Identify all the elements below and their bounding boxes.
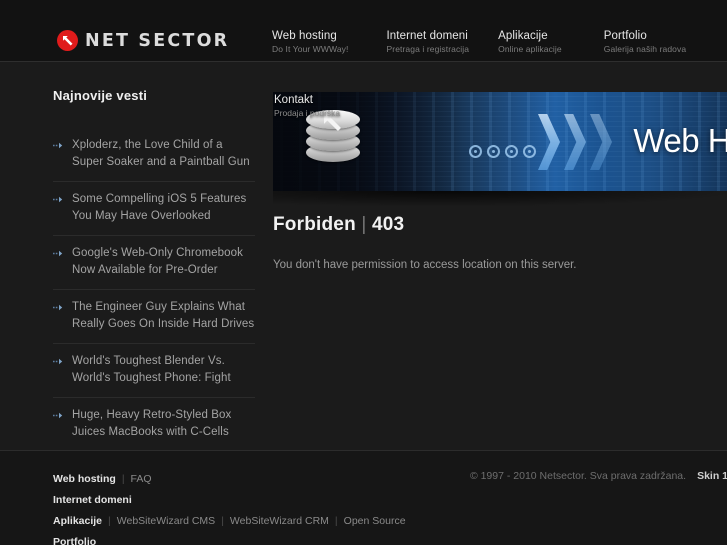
dashed-arrow-icon <box>53 140 64 151</box>
footer-copyright-area: © 1997 - 2010 Netsector. Sva prava zadrž… <box>470 470 727 482</box>
nav-item-aplikacije[interactable]: Aplikacije Online aplikacije <box>498 29 562 55</box>
chevron-icon <box>564 114 586 170</box>
skin-switcher-link[interactable]: Skin 1 <box>697 470 727 482</box>
gear-icons <box>469 145 536 158</box>
page-title: Forbiden | 403 <box>273 214 713 236</box>
dashed-arrow-icon <box>53 410 64 421</box>
news-list-item[interactable]: Google's Web-Only Chromebook Now Availab… <box>53 236 255 290</box>
chevron-icon <box>590 114 612 170</box>
news-item-text: Xploderz, the Love Child of a Super Soak… <box>72 139 250 168</box>
footer-link-websitewizard-crm[interactable]: WebSiteWizard CRM <box>230 511 329 532</box>
database-stack-icon <box>306 110 360 172</box>
banner-drop-shadow <box>273 191 727 207</box>
news-list-item[interactable]: World's Toughest Blender Vs. World's Tou… <box>53 344 255 398</box>
news-list-item[interactable]: Some Compelling iOS 5 Features You May H… <box>53 182 255 236</box>
nav-item-title: Aplikacije <box>498 30 548 42</box>
nav-item-title: Internet domeni <box>386 30 468 42</box>
copyright-text: © 1997 - 2010 Netsector. Sva prava zadrž… <box>469 470 687 482</box>
title-separator: | <box>361 214 367 235</box>
nav-item-subtitle: Galerija naših radova <box>603 44 687 54</box>
footer-separator: | <box>221 515 224 527</box>
news-item-text: Some Compelling iOS 5 Features You May H… <box>72 193 247 222</box>
footer-link-faq[interactable]: FAQ <box>131 469 152 490</box>
nav-item-title: Web hosting <box>272 30 337 42</box>
main-content: Forbiden | 403 You don't have permission… <box>273 214 713 274</box>
news-item-text: The Engineer Guy Explains What Really Go… <box>72 301 255 330</box>
chevron-arrows-icon <box>538 114 612 170</box>
gear-icon <box>469 145 482 158</box>
nav-item-web-hosting[interactable]: Web hosting Do It Your WWWay! <box>272 29 349 55</box>
site-footer: Web hosting | FAQ Internet domeni Aplika… <box>0 451 727 545</box>
gear-icon <box>523 145 536 158</box>
footer-separator: | <box>108 515 111 527</box>
nav-item-title: Kontakt <box>274 94 313 106</box>
footer-row-web-hosting: Web hosting | FAQ <box>53 469 406 490</box>
news-list-item[interactable]: Huge, Heavy Retro-Styled Box Juices MacB… <box>53 398 255 452</box>
error-message: You don't have permission to access loca… <box>273 259 577 271</box>
banner-headline: Web Ho <box>633 122 727 159</box>
footer-navigation: Web hosting | FAQ Internet domeni Aplika… <box>53 469 406 545</box>
site-header: NET SECTOR Web hosting Do It Your WWWay!… <box>0 0 727 62</box>
footer-row-aplikacije: Aplikacije | WebSiteWizard CMS | WebSite… <box>53 511 406 532</box>
gear-icon <box>505 145 518 158</box>
logo-arrow-icon <box>57 30 78 51</box>
dashed-arrow-icon <box>53 248 64 259</box>
error-code: 403 <box>371 214 405 235</box>
footer-link-web-hosting[interactable]: Web hosting <box>53 469 116 490</box>
site-logo[interactable]: NET SECTOR <box>57 30 229 51</box>
news-item-text: World's Toughest Blender Vs. World's Tou… <box>72 355 231 384</box>
footer-link-websitewizard-cms[interactable]: WebSiteWizard CMS <box>117 511 215 532</box>
gear-icon <box>487 145 500 158</box>
news-item-text: Google's Web-Only Chromebook Now Availab… <box>72 247 243 276</box>
chevron-icon <box>538 114 560 170</box>
news-list-item[interactable]: The Engineer Guy Explains What Really Go… <box>53 290 255 344</box>
hero-banner: Web Ho <box>273 92 727 191</box>
news-sidebar: Najnovije vesti Xploderz, the Love Child… <box>53 88 255 452</box>
dashed-arrow-icon <box>53 194 64 205</box>
dashed-arrow-icon <box>53 356 64 367</box>
page-root: NET SECTOR Web hosting Do It Your WWWay!… <box>0 0 727 545</box>
footer-link-internet-domeni[interactable]: Internet domeni <box>53 490 132 511</box>
sidebar-title: Najnovije vesti <box>53 88 148 103</box>
nav-item-internet-domeni[interactable]: Internet domeni Pretraga i registracija <box>387 29 470 55</box>
footer-link-aplikacije[interactable]: Aplikacije <box>53 511 102 532</box>
footer-row-portfolio: Portfolio <box>53 532 406 545</box>
nav-item-kontakt[interactable]: Kontakt Prodaja i podrška <box>274 93 340 119</box>
footer-separator: | <box>334 515 338 527</box>
news-list-item[interactable]: Xploderz, the Love Child of a Super Soak… <box>53 128 255 182</box>
footer-link-open-source[interactable]: Open Source <box>344 511 406 532</box>
footer-link-portfolio[interactable]: Portfolio <box>53 532 96 545</box>
footer-separator: | <box>121 473 125 485</box>
news-item-text: Huge, Heavy Retro-Styled Box Juices MacB… <box>72 409 232 438</box>
error-title: Forbiden <box>273 214 356 235</box>
nav-item-subtitle: Online aplikacije <box>498 44 562 54</box>
nav-item-subtitle: Do It Your WWWay! <box>272 44 349 54</box>
dashed-arrow-icon <box>53 302 64 313</box>
nav-item-subtitle: Prodaja i podrška <box>274 108 341 118</box>
main-navigation: Web hosting Do It Your WWWay! Internet d… <box>272 29 686 55</box>
logo-text: NET SECTOR <box>85 30 230 51</box>
nav-item-subtitle: Pretraga i registracija <box>386 44 470 54</box>
nav-item-title: Portfolio <box>603 30 647 42</box>
nav-item-portfolio[interactable]: Portfolio Galerija naših radova <box>604 29 686 55</box>
footer-row-internet-domeni: Internet domeni <box>53 490 406 511</box>
